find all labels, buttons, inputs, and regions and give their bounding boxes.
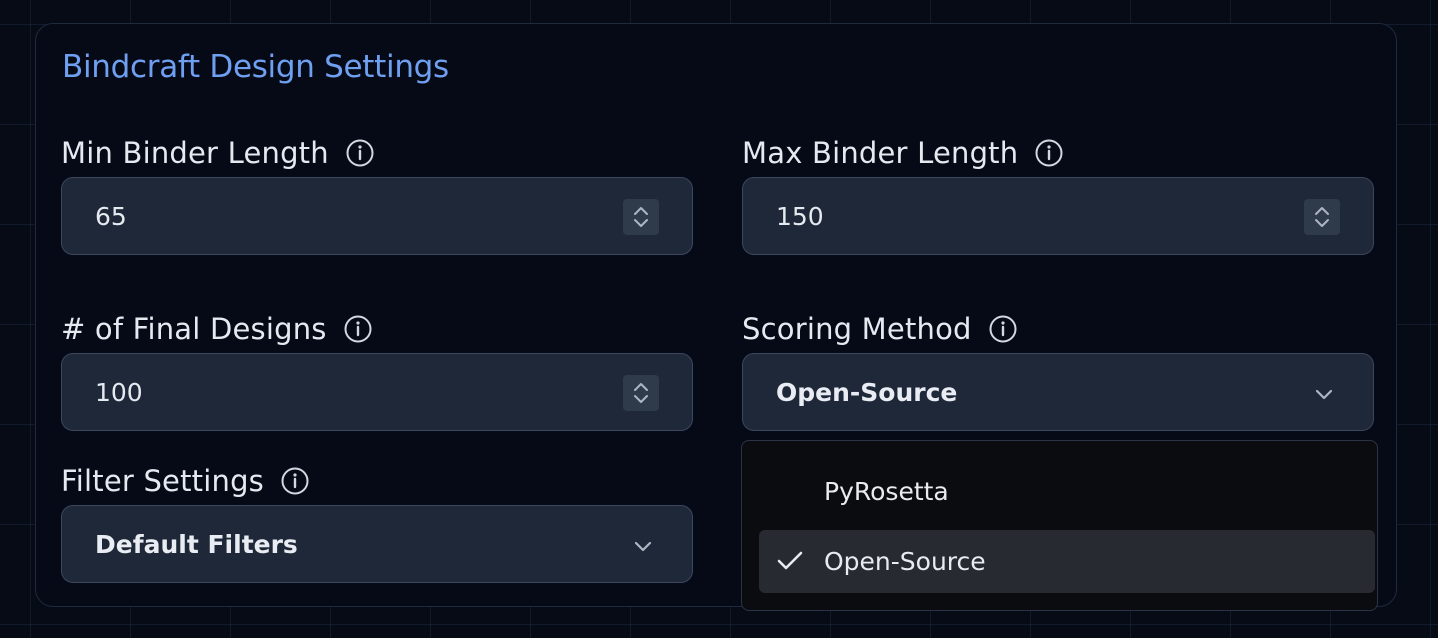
min-binder-length-value: 65 — [95, 201, 127, 231]
scoring-method-dropdown: PyRosetta Open-Source — [741, 440, 1378, 611]
scoring-method-select[interactable]: Open-Source — [742, 353, 1374, 431]
check-icon — [776, 549, 804, 579]
final-designs-input[interactable]: 100 — [61, 353, 693, 431]
filter-settings-label: Filter Settings — [61, 464, 264, 498]
min-binder-length-label-group: Min Binder Length — [61, 136, 375, 170]
up-down-chevron-icon[interactable] — [623, 199, 659, 235]
dropdown-option-pyrosetta[interactable]: PyRosetta — [759, 460, 1375, 523]
info-icon[interactable] — [1034, 138, 1064, 168]
chevron-down-icon — [1313, 382, 1335, 411]
info-icon[interactable] — [345, 138, 375, 168]
info-icon[interactable] — [280, 466, 310, 496]
up-down-chevron-icon[interactable] — [623, 375, 659, 411]
filter-settings-select[interactable]: Default Filters — [61, 505, 693, 583]
option-label: PyRosetta — [824, 477, 949, 506]
panel-title: Bindcraft Design Settings — [62, 49, 449, 85]
dropdown-option-open-source[interactable]: Open-Source — [759, 530, 1375, 593]
max-binder-length-value: 150 — [776, 201, 824, 231]
filter-settings-value: Default Filters — [95, 529, 298, 559]
info-icon[interactable] — [988, 314, 1018, 344]
chevron-down-icon — [632, 534, 654, 563]
final-designs-label-group: # of Final Designs — [61, 312, 373, 346]
option-label: Open-Source — [824, 547, 986, 576]
final-designs-label: # of Final Designs — [61, 312, 327, 346]
scoring-method-value: Open-Source — [776, 377, 958, 407]
final-designs-value: 100 — [95, 377, 143, 407]
info-icon[interactable] — [343, 314, 373, 344]
max-binder-length-input[interactable]: 150 — [742, 177, 1374, 255]
up-down-chevron-icon[interactable] — [1304, 199, 1340, 235]
max-binder-length-label-group: Max Binder Length — [742, 136, 1064, 170]
filter-settings-label-group: Filter Settings — [61, 464, 310, 498]
max-binder-length-label: Max Binder Length — [742, 136, 1019, 170]
scoring-method-label: Scoring Method — [742, 312, 972, 346]
min-binder-length-label: Min Binder Length — [61, 136, 329, 170]
scoring-method-label-group: Scoring Method — [742, 312, 1018, 346]
min-binder-length-input[interactable]: 65 — [61, 177, 693, 255]
